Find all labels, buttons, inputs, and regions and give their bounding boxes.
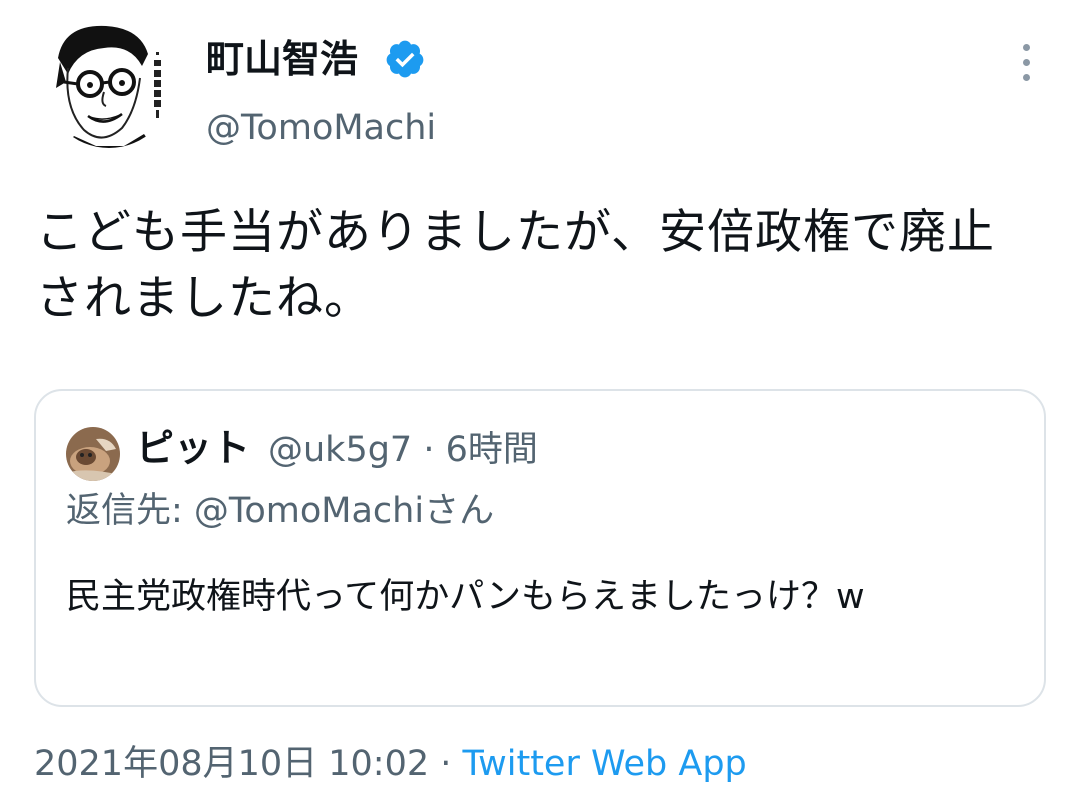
quoted-tweet-text: 民主党政権時代って何かパンもらえましたっけ？w (66, 577, 865, 617)
quoted-meta: @uk5g7 · 6時間 (268, 425, 538, 475)
quoted-tweet[interactable]: ピット @uk5g7 · 6時間 返信先: @TomoMachiさん 民主党政権… (34, 389, 1046, 707)
author-avatar[interactable] (44, 18, 174, 148)
footer-separator: · (429, 744, 463, 784)
tweet-footer: 2021年08月10日 10:02 · Twitter Web App (34, 740, 747, 788)
manga-portrait-avatar (44, 18, 174, 148)
quoted-meta-separator: · (423, 430, 435, 470)
quoted-time[interactable]: 6時間 (446, 430, 538, 470)
tweet-source-link[interactable]: Twitter Web App (463, 744, 747, 784)
author-display-name[interactable]: 町山智浩 (206, 34, 358, 84)
cat-photo-avatar (66, 427, 120, 481)
tweet-text: こども手当がありましたが、安倍政権で廃止されましたね。 (36, 205, 996, 326)
quoted-handle[interactable]: @uk5g7 (268, 430, 412, 470)
verified-badge-icon (386, 40, 424, 78)
quoted-author-avatar[interactable] (66, 427, 120, 481)
author-handle[interactable]: @TomoMachi (206, 104, 436, 152)
reply-to-label: 返信先: @TomoMachiさん (66, 491, 495, 531)
more-options-button[interactable] (1010, 42, 1044, 84)
quoted-display-name[interactable]: ピット (136, 423, 250, 473)
tweet-timestamp[interactable]: 2021年08月10日 10:02 (34, 744, 429, 784)
